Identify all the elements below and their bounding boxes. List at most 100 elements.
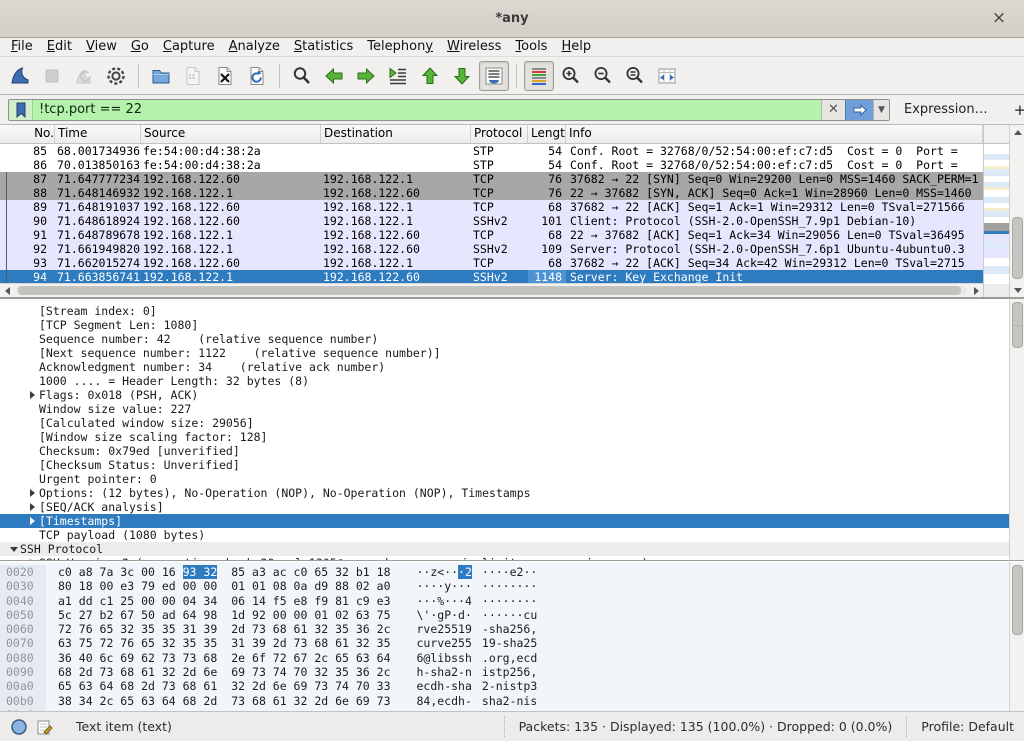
filter-history-caret[interactable]: ▼: [873, 100, 889, 120]
hex-row-0040[interactable]: 0040a1 dd c1 25 00 00 04 3406 14 f5 e8 f…: [0, 594, 1024, 608]
go-forward-button[interactable]: [351, 61, 381, 91]
detail-line[interactable]: [SEQ/ACK analysis]: [0, 500, 1024, 514]
menu-file[interactable]: File: [4, 38, 40, 57]
detail-line[interactable]: [Next sequence number: 1122 (relative se…: [0, 346, 1024, 360]
find-packet-button[interactable]: [287, 61, 317, 91]
hex-row-0030[interactable]: 003080 18 00 e3 79 ed 00 0001 01 08 0a d…: [0, 579, 1024, 593]
header-col-protocol[interactable]: Protocol: [471, 125, 528, 143]
header-col-info[interactable]: Info: [566, 125, 983, 143]
packet-row-89[interactable]: 8971.648191037192.168.122.60192.168.122.…: [0, 200, 983, 214]
collapsed-arrow-icon[interactable]: [26, 503, 39, 511]
menu-tools[interactable]: Tools: [508, 38, 554, 57]
packet-row-88[interactable]: 8871.648146932192.168.122.1192.168.122.6…: [0, 186, 983, 200]
menu-capture[interactable]: Capture: [156, 38, 222, 57]
capture-comment-icon[interactable]: [36, 718, 54, 736]
zoom-reset-button[interactable]: [620, 61, 650, 91]
hex-row-0050[interactable]: 00505c 27 b2 67 50 ad 64 981d 92 00 00 0…: [0, 608, 1024, 622]
display-filter-input[interactable]: [33, 100, 821, 120]
filter-clear-button[interactable]: ✕: [821, 100, 845, 120]
packet-row-92[interactable]: 9271.661949820192.168.122.1192.168.122.6…: [0, 242, 983, 256]
packet-row-91[interactable]: 9171.648789678192.168.122.1192.168.122.6…: [0, 228, 983, 242]
add-filter-button[interactable]: +: [1008, 101, 1024, 119]
scroll-left-button[interactable]: [0, 284, 14, 297]
header-col-source[interactable]: Source: [141, 125, 321, 143]
zoom-out-button[interactable]: [588, 61, 618, 91]
detail-line[interactable]: SSH Version 2 (encryption:chacha20-poly1…: [0, 556, 1024, 561]
detail-scrollbar[interactable]: [1009, 299, 1024, 560]
restart-capture-button[interactable]: [69, 61, 99, 91]
start-capture-button[interactable]: [5, 61, 35, 91]
zoom-in-button[interactable]: [556, 61, 586, 91]
packet-row-94[interactable]: 9471.663856741192.168.122.1192.168.122.6…: [0, 270, 983, 283]
collapsed-arrow-icon[interactable]: [26, 391, 39, 399]
horizontal-scrollbar[interactable]: [0, 283, 983, 297]
profile-label[interactable]: Profile: Default: [906, 716, 1014, 737]
packet-row-90[interactable]: 9071.648618924192.168.122.60192.168.122.…: [0, 214, 983, 228]
auto-scroll-button[interactable]: [479, 61, 509, 91]
detail-line[interactable]: SSH Protocol: [0, 542, 1024, 556]
reload-file-button[interactable]: [242, 61, 272, 91]
bytes-scrollbar[interactable]: [1009, 562, 1024, 711]
detail-line[interactable]: Window size value: 227: [0, 402, 1024, 416]
scroll-right-button[interactable]: [969, 284, 983, 297]
detail-line[interactable]: Checksum: 0x79ed [unverified]: [0, 444, 1024, 458]
detail-line[interactable]: [Stream index: 0]: [0, 304, 1024, 318]
hex-row-00a0[interactable]: 00a065 63 64 68 2d 73 68 6132 2d 6e 69 7…: [0, 679, 1024, 693]
vscroll-handle[interactable]: [1012, 217, 1023, 279]
open-file-button[interactable]: [146, 61, 176, 91]
menu-help[interactable]: Help: [554, 38, 598, 57]
collapsed-arrow-icon[interactable]: [26, 489, 39, 497]
hex-row-0080[interactable]: 008036 40 6c 69 62 73 73 682e 6f 72 67 2…: [0, 651, 1024, 665]
detail-line[interactable]: [Window size scaling factor: 128]: [0, 430, 1024, 444]
detail-line[interactable]: TCP payload (1080 bytes): [0, 528, 1024, 542]
packet-row-85[interactable]: 8568.001734936fe:54:00:d4:38:2aSTP54Conf…: [0, 144, 983, 158]
menu-statistics[interactable]: Statistics: [287, 38, 360, 57]
detail-line[interactable]: Options: (12 bytes), No-Operation (NOP),…: [0, 486, 1024, 500]
header-col-destination[interactable]: Destination: [321, 125, 471, 143]
menu-analyze[interactable]: Analyze: [222, 38, 287, 57]
hex-row-0070[interactable]: 007063 75 72 76 65 32 35 3531 39 2d 73 6…: [0, 636, 1024, 650]
filter-apply-button[interactable]: [845, 100, 873, 120]
header-col-time[interactable]: Time: [55, 125, 141, 143]
expression-button[interactable]: Expression…: [904, 102, 988, 117]
detail-line[interactable]: Urgent pointer: 0: [0, 472, 1024, 486]
close-window-button[interactable]: ×: [988, 8, 1010, 28]
save-file-button[interactable]: [178, 61, 208, 91]
colorize-button[interactable]: [524, 61, 554, 91]
detail-scroll-handle[interactable]: [1012, 302, 1023, 348]
hex-row-0090[interactable]: 009068 2d 73 68 61 32 2d 6e69 73 74 70 3…: [0, 665, 1024, 679]
collapsed-arrow-icon[interactable]: [26, 559, 39, 561]
packet-row-87[interactable]: 8771.647777234192.168.122.60192.168.122.…: [0, 172, 983, 186]
hscroll-handle[interactable]: [18, 286, 961, 295]
hscroll-track[interactable]: [16, 286, 967, 295]
stop-capture-button[interactable]: [37, 61, 67, 91]
menu-wireless[interactable]: Wireless: [440, 38, 508, 57]
detail-line[interactable]: [TCP Segment Len: 1080]: [0, 318, 1024, 332]
header-col-no[interactable]: No.: [0, 125, 55, 143]
scroll-down-button[interactable]: [1010, 283, 1024, 297]
packet-row-93[interactable]: 9371.662015274192.168.122.60192.168.122.…: [0, 256, 983, 270]
hex-row-0060[interactable]: 006072 76 65 32 35 35 31 392d 73 68 61 3…: [0, 622, 1024, 636]
header-col-length[interactable]: Length: [528, 125, 566, 143]
collapsed-arrow-icon[interactable]: [26, 517, 39, 525]
vertical-scrollbar[interactable]: [1009, 125, 1024, 297]
detail-line[interactable]: [Timestamps]: [0, 514, 1024, 528]
detail-line[interactable]: Flags: 0x018 (PSH, ACK): [0, 388, 1024, 402]
menu-edit[interactable]: Edit: [40, 38, 79, 57]
menu-view[interactable]: View: [79, 38, 124, 57]
go-last-button[interactable]: [447, 61, 477, 91]
hex-row-00b0[interactable]: 00b038 34 2c 65 63 64 68 2d73 68 61 32 2…: [0, 694, 1024, 708]
resize-columns-button[interactable]: [652, 61, 682, 91]
detail-line[interactable]: Sequence number: 42 (relative sequence n…: [0, 332, 1024, 346]
packet-minimap[interactable]: [983, 125, 1009, 297]
close-file-button[interactable]: [210, 61, 240, 91]
detail-line[interactable]: [Checksum Status: Unverified]: [0, 458, 1024, 472]
scroll-up-button[interactable]: [1010, 125, 1024, 139]
capture-options-button[interactable]: [101, 61, 131, 91]
detail-line[interactable]: 1000 .... = Header Length: 32 bytes (8): [0, 374, 1024, 388]
detail-line[interactable]: Acknowledgment number: 34 (relative ack …: [0, 360, 1024, 374]
menu-telephony[interactable]: Telephony: [360, 38, 440, 57]
go-first-button[interactable]: [415, 61, 445, 91]
expanded-arrow-icon[interactable]: [7, 547, 20, 552]
go-to-packet-button[interactable]: [383, 61, 413, 91]
